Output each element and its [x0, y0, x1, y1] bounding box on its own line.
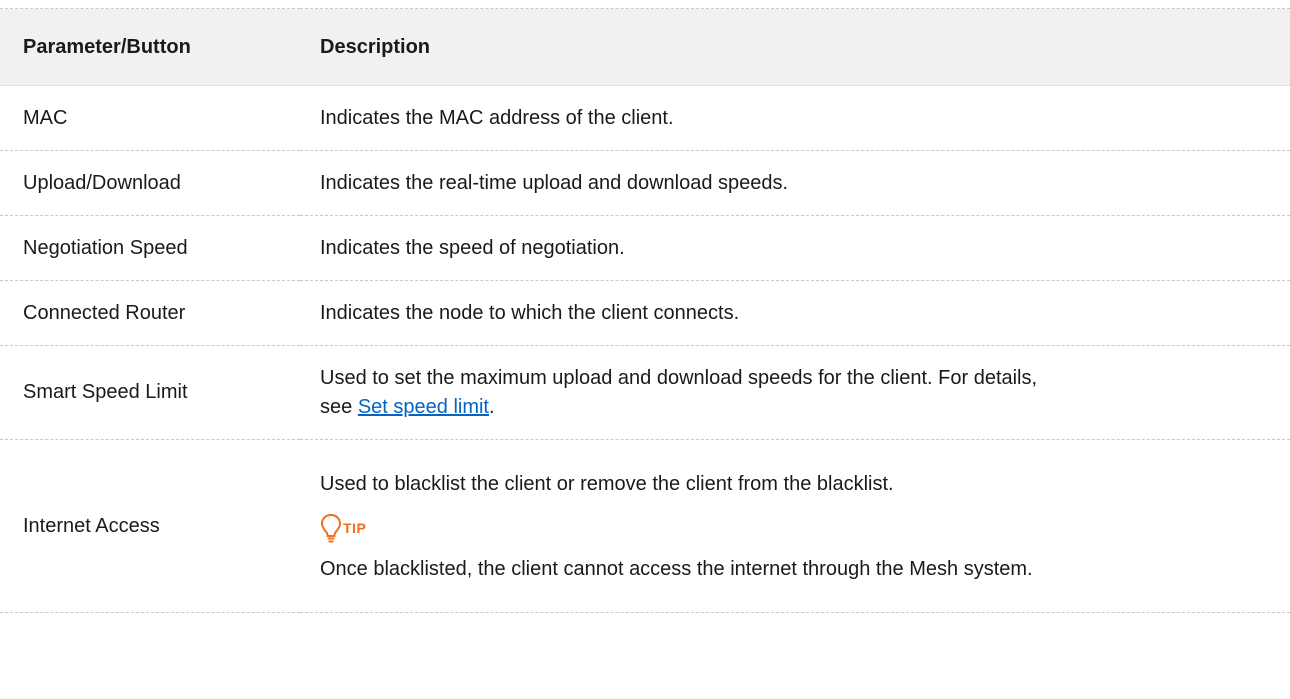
desc-suffix: . — [488, 395, 495, 418]
table-row: Connected Router Indicates the node to w… — [0, 280, 1290, 346]
param-cell: Connected Router — [0, 280, 300, 346]
desc-line: Used to blacklist the client or remove t… — [320, 473, 894, 495]
param-cell: Upload/Download — [0, 150, 300, 216]
header-parameter: Parameter/Button — [0, 8, 300, 86]
param-cell: Internet Access — [0, 439, 300, 613]
desc-cell: Used to blacklist the client or remove t… — [300, 439, 1290, 613]
desc-cell: Indicates the MAC address of the client. — [300, 85, 1290, 151]
tip-label: TIP — [343, 520, 367, 536]
parameter-table: Parameter/Button Description MAC Indicat… — [0, 8, 1290, 613]
desc-cell: Used to set the maximum upload and downl… — [300, 345, 1290, 440]
table-body: MAC Indicates the MAC address of the cli… — [0, 85, 1290, 613]
tip-text: Once blacklisted, the client cannot acce… — [320, 558, 1033, 580]
table-row: MAC Indicates the MAC address of the cli… — [0, 85, 1290, 151]
table-row: Upload/Download Indicates the real-time … — [0, 150, 1290, 216]
param-cell: MAC — [0, 85, 300, 151]
desc-cell: Indicates the real-time upload and downl… — [300, 150, 1290, 216]
param-cell: Negotiation Speed — [0, 215, 300, 281]
desc-line: Used to set the maximum upload and downl… — [320, 366, 1038, 389]
header-description: Description — [300, 8, 1290, 86]
desc-prefix: see — [320, 395, 358, 418]
desc-cell: Indicates the speed of negotiation. — [300, 215, 1290, 281]
lightbulb-icon — [320, 513, 342, 545]
tip-callout: TIP — [320, 509, 1270, 545]
table-row: Smart Speed Limit Used to set the maximu… — [0, 345, 1290, 440]
desc-line-with-link: see Set speed limit. — [320, 393, 1270, 422]
desc-cell: Indicates the node to which the client c… — [300, 280, 1290, 346]
header-row: Parameter/Button Description — [0, 8, 1290, 86]
table-row: Internet Access Used to blacklist the cl… — [0, 439, 1290, 613]
set-speed-limit-link[interactable]: Set speed limit — [358, 396, 489, 418]
table-row: Negotiation Speed Indicates the speed of… — [0, 215, 1290, 281]
param-cell: Smart Speed Limit — [0, 345, 300, 440]
table-header: Parameter/Button Description — [0, 8, 1290, 86]
